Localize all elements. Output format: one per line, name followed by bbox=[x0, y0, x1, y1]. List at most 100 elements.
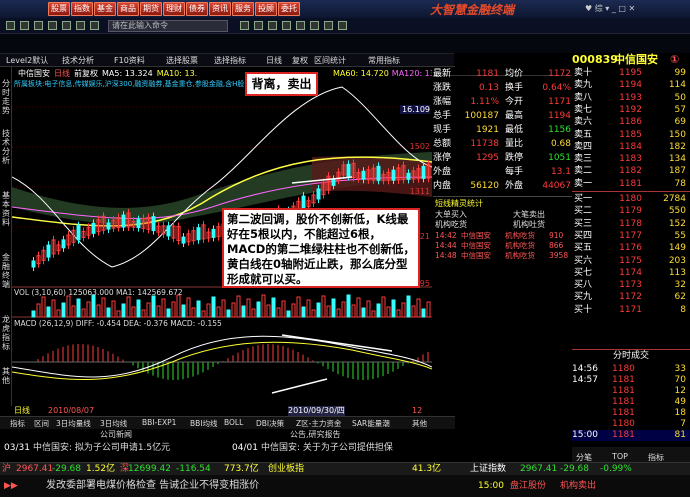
window-controls[interactable]: ♥ 综 ▾ _ □ ✕ bbox=[585, 3, 635, 14]
tool-icon-6[interactable] bbox=[310, 21, 319, 30]
news-item[interactable]: 03/31 中信国安: 拟为子公司申请1.5亿元 bbox=[4, 442, 230, 454]
sell-row[interactable]: 卖二 1182 187 bbox=[572, 165, 690, 177]
sell-price: 1184 bbox=[619, 141, 642, 152]
ticks-title[interactable]: 分时成交 bbox=[572, 349, 690, 361]
news-item[interactable]: 04/01 中信国安: 关于为子公司提供担保 bbox=[232, 442, 458, 454]
buy-row[interactable]: 买六 1175 203 bbox=[572, 255, 690, 267]
news-tab-0[interactable]: 公司新闻 bbox=[100, 429, 132, 441]
topbar-button-0[interactable]: 股票 bbox=[48, 2, 70, 16]
date-bar-period[interactable]: 日线 bbox=[14, 406, 30, 416]
news-tab-1[interactable]: 公告,研究报告 bbox=[290, 429, 341, 441]
buy-row[interactable]: 买二 1179 550 bbox=[572, 205, 690, 217]
abnormal-row[interactable]: 14:44 中信国安 机构吃货 866 bbox=[435, 241, 571, 251]
chart-tab-3[interactable]: 选择股票 bbox=[164, 55, 200, 66]
settings-icon[interactable] bbox=[76, 21, 85, 30]
tool-icon-3[interactable] bbox=[268, 21, 277, 30]
chart-tab-5[interactable]: 日线 bbox=[264, 55, 284, 66]
sell-row[interactable]: 卖九 1194 114 bbox=[572, 79, 690, 91]
chart-tab-1[interactable]: 技术分析 bbox=[60, 55, 96, 66]
topbar-button-7[interactable]: 资讯 bbox=[209, 2, 231, 16]
sidebar-item-3[interactable]: 金融终端 bbox=[1, 253, 11, 289]
sell-row[interactable]: 卖八 1193 50 bbox=[572, 92, 690, 104]
indicator-tab-6[interactable]: BOLL bbox=[224, 418, 243, 427]
sidebar-item-5[interactable]: 其他 bbox=[1, 367, 11, 385]
print-icon[interactable] bbox=[62, 21, 71, 30]
abnormal-row[interactable]: 14:48 中信国安 机构吃货 3958 bbox=[435, 251, 571, 261]
buy-row[interactable]: 买四 1177 55 bbox=[572, 230, 690, 242]
ticker-text[interactable]: 发改委部署电煤价格检查 告诫企业不得变相涨价 bbox=[46, 475, 259, 497]
info-label: 现手 bbox=[433, 125, 452, 135]
candle-body-18 bbox=[121, 214, 126, 228]
topbar-button-9[interactable]: 投顾 bbox=[255, 2, 277, 16]
indicator-tab-0[interactable]: 指标 bbox=[10, 418, 25, 429]
sidebar-item-0[interactable]: 分时走势 bbox=[1, 79, 11, 115]
chart-tab-6[interactable]: 复权 bbox=[290, 55, 310, 66]
info-icon[interactable]: ① bbox=[670, 53, 679, 66]
abnormal-tab-3[interactable]: 机构吐货 bbox=[513, 219, 545, 230]
tick-price: 1181 bbox=[612, 408, 635, 418]
ticker-right-stock[interactable]: 盘江股份 bbox=[510, 475, 546, 497]
buy-row[interactable]: 买三 1178 152 bbox=[572, 218, 690, 230]
indicator-tab-9[interactable]: SAR能量潮 bbox=[352, 418, 390, 429]
topbar-button-6[interactable]: 债券 bbox=[186, 2, 208, 16]
tool-icon-8[interactable] bbox=[338, 21, 347, 30]
indicator-tab-3[interactable]: 3日均线 bbox=[100, 418, 127, 429]
indicator-tab-8[interactable]: Z区-主力资金 bbox=[296, 418, 341, 429]
indicator-tab-1[interactable]: 区间 bbox=[34, 418, 49, 429]
command-input[interactable]: 请在此输入命令 bbox=[108, 20, 228, 32]
sell-row[interactable]: 卖四 1184 182 bbox=[572, 141, 690, 153]
topbar-button-3[interactable]: 商品 bbox=[117, 2, 139, 16]
home-icon[interactable] bbox=[6, 21, 15, 30]
topbar-button-5[interactable]: 理财 bbox=[163, 2, 185, 16]
topbar-button-1[interactable]: 指数 bbox=[71, 2, 93, 16]
buy-row[interactable]: 买八 1173 32 bbox=[572, 279, 690, 291]
buy-row[interactable]: 买十 1171 8 bbox=[572, 304, 690, 316]
chart-tab-2[interactable]: F10资料 bbox=[112, 55, 147, 66]
indicator-tab-10[interactable]: 其他 bbox=[412, 418, 427, 429]
sidebar-item-1[interactable]: 技术分析 bbox=[1, 129, 11, 165]
chart-tab-7[interactable]: 区间统计 bbox=[312, 55, 348, 66]
buy-vol: 149 bbox=[668, 243, 686, 254]
tool-icon-5[interactable] bbox=[296, 21, 305, 30]
tool-icon-4[interactable] bbox=[282, 21, 291, 30]
chart-tab-4[interactable]: 选择指标 bbox=[212, 55, 248, 66]
topbar-button-4[interactable]: 期货 bbox=[140, 2, 162, 16]
buy-vol: 8 bbox=[680, 304, 686, 315]
indicator-tab-5[interactable]: BBI均线 bbox=[190, 418, 218, 429]
sell-row[interactable]: 卖三 1183 134 bbox=[572, 153, 690, 165]
indicator-tab-7[interactable]: DBI决策 bbox=[256, 418, 284, 429]
chart-tab-8[interactable]: 常用指标 bbox=[366, 55, 402, 66]
sell-row[interactable]: 卖七 1192 57 bbox=[572, 104, 690, 116]
buy-row[interactable]: 买一 1180 2784 bbox=[572, 193, 690, 205]
abnormal-tab-2[interactable]: 机构吃货 bbox=[435, 219, 467, 230]
tool-icon-2[interactable] bbox=[254, 21, 263, 30]
tool-icon-7[interactable] bbox=[324, 21, 333, 30]
sell-row[interactable]: 卖六 1186 69 bbox=[572, 116, 690, 128]
back-icon[interactable] bbox=[20, 21, 29, 30]
quote-tab-1[interactable]: TOP bbox=[612, 452, 628, 461]
indicator-tab-4[interactable]: BBI-EXP1 bbox=[142, 418, 176, 427]
sell-row[interactable]: 卖十 1195 99 bbox=[572, 67, 690, 79]
sell-vol: 182 bbox=[668, 141, 686, 152]
buy-row[interactable]: 买五 1176 149 bbox=[572, 242, 690, 254]
lock-icon[interactable] bbox=[90, 21, 99, 30]
buy-row[interactable]: 买九 1172 62 bbox=[572, 291, 690, 303]
refresh-icon[interactable] bbox=[48, 21, 57, 30]
topbar-button-8[interactable]: 服务 bbox=[232, 2, 254, 16]
sell-label: 卖十 bbox=[574, 68, 593, 78]
indicator-tab-2[interactable]: 3日均量线 bbox=[56, 418, 91, 429]
topbar-button-2[interactable]: 基金 bbox=[94, 2, 116, 16]
vol-bar-72 bbox=[391, 299, 396, 318]
sidebar-item-4[interactable]: 龙虎指标 bbox=[1, 315, 11, 351]
abnormal-row[interactable]: 14:42 中信国安 机构吃货 910 bbox=[435, 231, 571, 241]
forward-icon[interactable] bbox=[34, 21, 43, 30]
sell-row[interactable]: 卖五 1185 150 bbox=[572, 129, 690, 141]
sell-label: 卖七 bbox=[574, 104, 593, 115]
tool-icon-1[interactable] bbox=[240, 21, 249, 30]
sell-row[interactable]: 卖一 1181 78 bbox=[572, 178, 690, 190]
topbar-button-10[interactable]: 委托 bbox=[278, 2, 300, 16]
candle-body-36 bbox=[211, 228, 216, 238]
buy-row[interactable]: 买七 1174 113 bbox=[572, 267, 690, 279]
sidebar-item-2[interactable]: 基本资料 bbox=[1, 191, 11, 227]
chart-tab-0[interactable]: Level2默认 bbox=[4, 55, 50, 66]
